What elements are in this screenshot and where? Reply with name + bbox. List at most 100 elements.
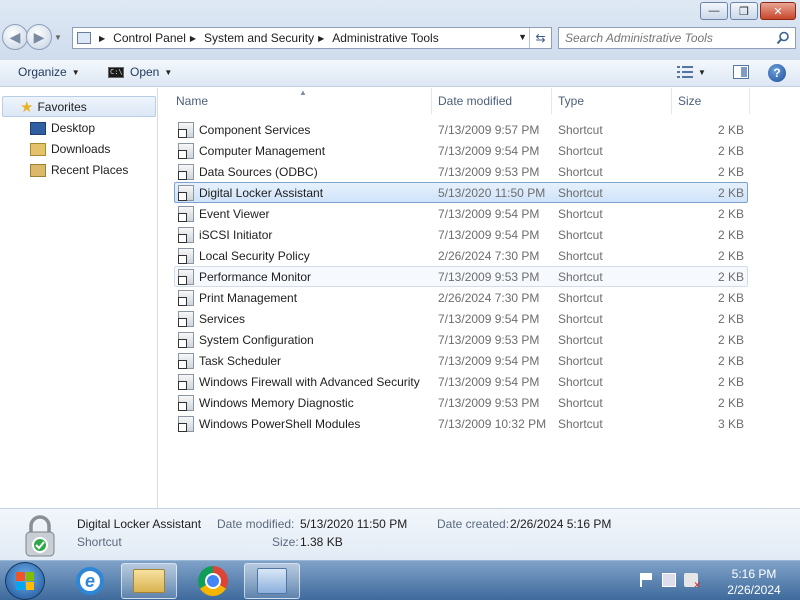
navigation-buttons: ◀ ▶ ▼ [2,24,64,50]
file-date-modified: 7/13/2009 9:57 PM [438,122,540,137]
maximize-button[interactable]: ❐ [730,2,758,20]
downloads-icon [30,142,46,156]
address-bar[interactable]: ▶ Control Panel ▶ System and Security ▶ Ad… [72,27,552,49]
file-row[interactable]: iSCSI Initiator 7/13/2009 9:54 PM Shortcut… [174,224,748,245]
column-header-date-modified[interactable]: Date modified [438,88,552,114]
nav-item-label: Downloads [51,142,111,156]
column-header-name[interactable]: Name [176,88,432,114]
back-button[interactable]: ◀ [2,24,28,50]
file-size: 2 KB [717,311,744,326]
details-date-created-value: 2/26/2024 5:16 PM [510,517,612,531]
nav-item-label: Favorites [37,99,87,114]
shortcut-icon [178,226,194,243]
file-size: 3 KB [717,416,744,431]
breadcrumb-system-and-security[interactable]: System and Security ▶ [204,31,332,45]
help-icon[interactable]: ? [768,64,786,82]
refresh-button[interactable]: ⇆ [529,28,551,48]
organize-menu[interactable]: Organize ▼ [18,65,80,79]
shortcut-icon [178,331,194,348]
network-icon[interactable] [662,573,676,587]
chrome-icon [198,566,228,596]
preview-pane-icon[interactable] [733,65,749,79]
column-header-type[interactable]: Type [558,88,672,114]
file-list: ▲ Name Date modified Type Size Component… [159,88,800,508]
file-name: Local Security Policy [199,248,310,263]
shortcut-icon [178,310,194,327]
shortcut-icon [178,289,194,306]
clock-date: 2/26/2024 [727,583,781,597]
file-date-modified: 5/13/2020 11:50 PM [438,185,546,200]
file-date-modified: 7/13/2009 10:32 PM [438,416,547,431]
nav-item-label: Desktop [51,121,96,135]
file-name: Windows Firewall with Advanced Security [199,374,420,389]
search-icon[interactable] [776,31,790,45]
file-date-modified: 7/13/2009 9:54 PM [438,311,540,326]
chevron-down-icon: ▼ [71,67,80,77]
file-type: Shortcut [558,353,603,368]
breadcrumb-administrative-tools[interactable]: Administrative Tools [332,31,439,45]
file-type: Shortcut [558,311,603,326]
nav-item-downloads[interactable]: Downloads [30,142,110,156]
file-size: 2 KB [717,248,744,263]
file-row[interactable]: Event Viewer 7/13/2009 9:54 PM Shortcut 2 K… [174,203,748,224]
taskbar-internet-explorer[interactable]: e [62,563,118,599]
close-button[interactable]: ✕ [760,2,796,20]
file-date-modified: 2/26/2024 7:30 PM [438,248,540,263]
taskbar: e 5:16 PM 2/26/2024 [0,560,800,600]
file-row[interactable]: Windows PowerShell Modules 7/13/2009 10:3… [174,413,748,434]
file-size: 2 KB [717,185,744,200]
file-row[interactable]: Services 7/13/2009 9:54 PM Shortcut 2 KB [174,308,748,329]
search-input[interactable] [565,31,765,45]
file-date-modified: 7/13/2009 9:54 PM [438,227,540,242]
breadcrumb-control-panel[interactable]: Control Panel ▶ [113,31,204,45]
desktop-icon [30,121,46,135]
file-size: 2 KB [717,206,744,221]
file-row[interactable]: Task Scheduler 7/13/2009 9:54 PM Shortcut 2… [174,350,748,371]
forward-button[interactable]: ▶ [26,24,52,50]
file-name: Data Sources (ODBC) [199,164,318,179]
details-size-value: 1.38 KB [300,535,343,549]
file-row[interactable]: Windows Memory Diagnostic 7/13/2009 9:53 … [174,392,748,413]
file-size: 2 KB [717,353,744,368]
taskbar-windows-explorer[interactable] [121,563,177,599]
file-row[interactable]: Computer Management 7/13/2009 9:54 PM Shor… [174,140,748,161]
file-row[interactable]: Local Security Policy 2/26/2024 7:30 PM Sh… [174,245,748,266]
volume-muted-icon[interactable] [684,573,701,591]
breadcrumb-root-arrow[interactable]: ▶ [95,34,113,43]
file-row[interactable]: Data Sources (ODBC) 7/13/2009 9:53 PM Shor… [174,161,748,182]
clock[interactable]: 5:16 PM 2/26/2024 [712,566,796,598]
action-center-flag-icon[interactable] [640,573,654,587]
shortcut-icon [178,142,194,159]
file-row[interactable]: System Configuration 7/13/2009 9:53 PM Sho… [174,329,748,350]
file-row[interactable]: Component Services 7/13/2009 9:57 PM Short… [174,119,748,140]
file-type: Shortcut [558,332,603,347]
change-view-button[interactable]: ▼ [677,66,706,78]
address-dropdown-icon[interactable]: ▼ [518,32,527,42]
nav-item-favorites[interactable]: ★ Favorites [2,96,156,117]
file-row[interactable]: Windows Firewall with Advanced Security 7… [174,371,748,392]
details-date-created-label: Date created: [437,517,510,531]
nav-item-recent-places[interactable]: Recent Places [30,163,128,177]
recent-pages-dropdown[interactable]: ▼ [52,33,64,42]
file-row[interactable]: Performance Monitor 7/13/2009 9:53 PM Shor… [174,266,748,287]
minimize-button[interactable]: — [700,2,728,20]
nav-item-desktop[interactable]: Desktop [30,121,95,135]
file-date-modified: 7/13/2009 9:53 PM [438,269,540,284]
start-button[interactable] [5,562,45,600]
file-name: Computer Management [199,143,326,158]
search-box[interactable] [558,27,796,49]
file-size: 2 KB [717,164,744,179]
column-header-size[interactable]: Size [678,88,750,114]
file-date-modified: 7/13/2009 9:53 PM [438,164,540,179]
forward-arrow-icon: ▶ [33,28,45,45]
file-name: Task Scheduler [199,353,282,368]
file-row[interactable]: Digital Locker Assistant 5/13/2020 11:50 … [174,182,748,203]
file-row[interactable]: Print Management 2/26/2024 7:30 PM Shortcu… [174,287,748,308]
open-button[interactable]: C:\ Open ▼ [108,65,172,79]
file-date-modified: 7/13/2009 9:53 PM [438,395,540,410]
clock-time: 5:16 PM [731,567,777,581]
view-details-icon [677,66,693,78]
taskbar-control-panel[interactable] [244,563,300,599]
star-icon: ★ [20,98,34,116]
taskbar-chrome[interactable] [185,563,241,599]
